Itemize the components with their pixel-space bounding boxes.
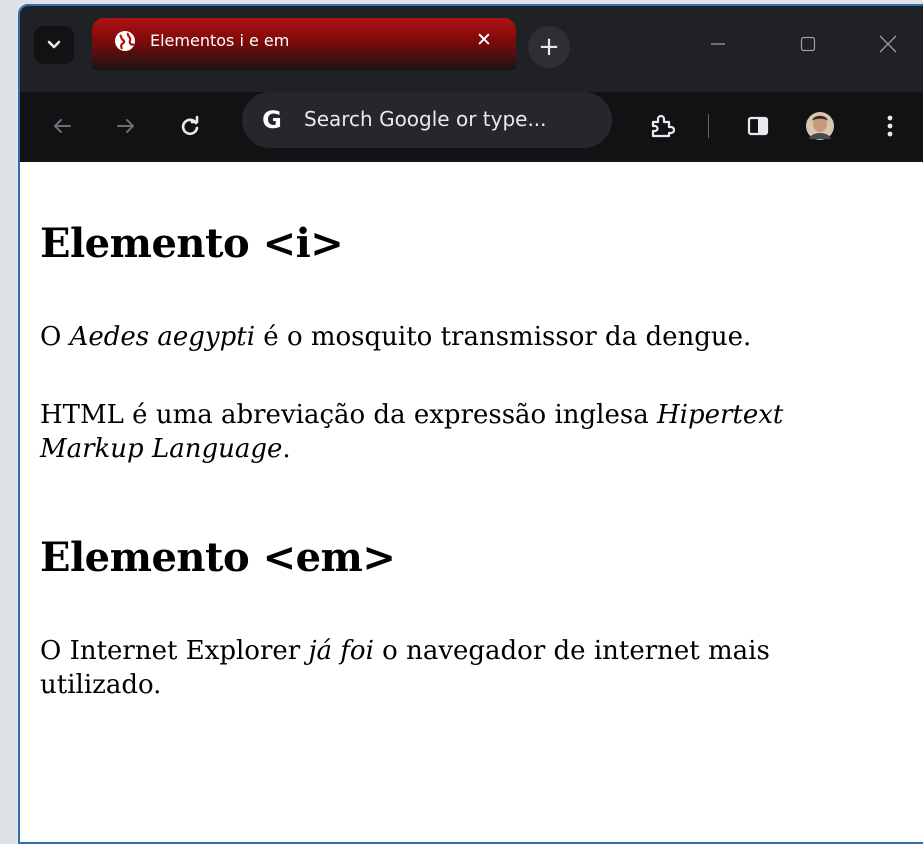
heading-elemento-em: Elemento <em>	[40, 534, 396, 581]
minimize-button[interactable]	[698, 26, 738, 62]
avatar	[806, 112, 834, 140]
paragraph-aedes: O Aedes aegypti é o mosquito transmissor…	[40, 320, 880, 354]
maximize-button[interactable]	[788, 26, 828, 62]
reload-icon	[181, 115, 199, 136]
paragraph-html: HTML é uma abreviação da expressão ingle…	[40, 398, 880, 466]
close-icon: ✕	[476, 29, 492, 51]
text: .	[282, 434, 291, 464]
text: é o mosquito transmissor da dengue.	[255, 322, 752, 352]
close-icon	[879, 35, 897, 53]
side-panel-button[interactable]	[740, 108, 776, 144]
text: HTML é uma abreviação da expressão ingle…	[40, 400, 657, 430]
minimize-icon	[711, 43, 725, 45]
extensions-button[interactable]	[644, 108, 680, 144]
heading-elemento-i: Elemento <i>	[40, 220, 344, 267]
arrow-left-icon	[54, 119, 71, 133]
maximize-icon	[800, 36, 816, 52]
text: O Internet Explorer	[40, 636, 309, 666]
italic-text: Aedes aegypti	[69, 322, 256, 352]
toolbar-divider	[708, 114, 709, 138]
address-bar[interactable]: G Search Google or type...	[242, 92, 612, 148]
new-tab-button[interactable]: +	[528, 26, 570, 68]
globe-icon	[115, 31, 135, 51]
active-tab[interactable]: Elementos i e em ✕	[92, 18, 516, 70]
tab-search-button[interactable]	[34, 26, 74, 64]
side-panel-icon	[747, 116, 769, 136]
profile-button[interactable]	[802, 108, 838, 144]
forward-button[interactable]	[108, 108, 144, 144]
chevron-down-icon	[47, 40, 61, 49]
menu-button[interactable]	[872, 108, 908, 144]
page-content: Elemento <i> O Aedes aegypti é o mosquit…	[20, 162, 923, 842]
puzzle-icon	[651, 114, 675, 138]
emphasis-text: já foi	[308, 636, 374, 666]
tab-strip: Elementos i e em ✕ +	[20, 6, 923, 92]
google-icon: G	[262, 106, 282, 134]
text: O	[40, 322, 70, 352]
address-bar-placeholder: Search Google or type...	[304, 107, 547, 131]
reload-button[interactable]	[172, 108, 208, 144]
back-button[interactable]	[44, 108, 80, 144]
tab-title: Elementos i e em	[150, 31, 290, 50]
tab-close-button[interactable]: ✕	[472, 28, 496, 52]
paragraph-internet-explorer: O Internet Explorer já foi o navegador d…	[40, 634, 880, 702]
browser-window: Elementos i e em ✕ + G Search Google or …	[18, 4, 923, 844]
close-window-button[interactable]	[868, 26, 908, 62]
toolbar: G Search Google or type...	[20, 92, 923, 162]
plus-icon: +	[538, 32, 560, 62]
arrow-right-icon	[117, 119, 134, 133]
more-vertical-icon	[887, 115, 893, 137]
